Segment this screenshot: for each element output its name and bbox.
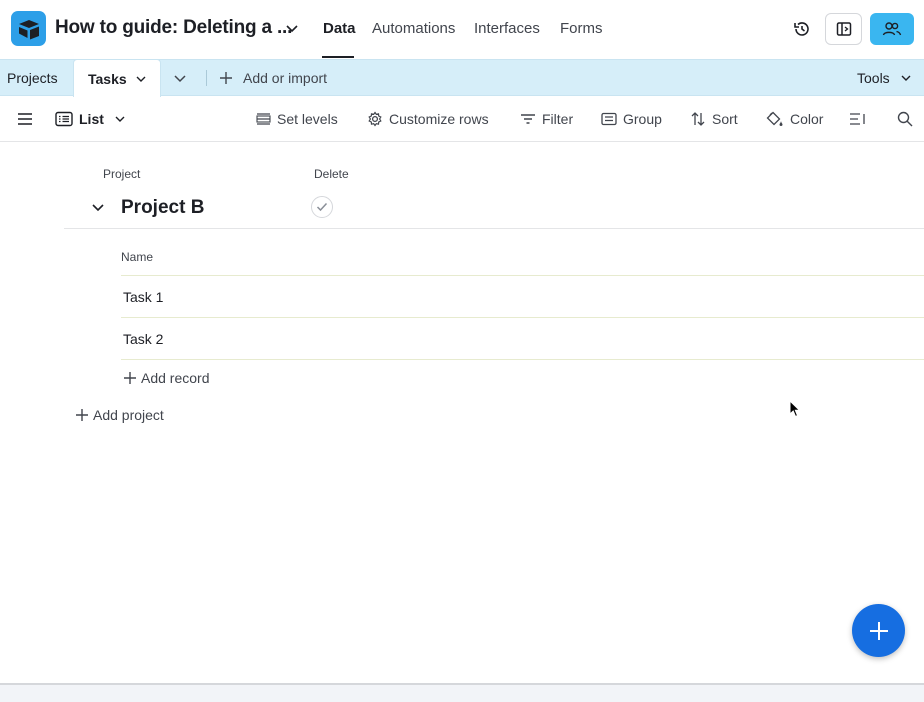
group-label: Group bbox=[623, 111, 662, 127]
gear-icon bbox=[368, 111, 382, 127]
row-height-icon bbox=[850, 113, 865, 125]
delete-checkbox[interactable] bbox=[311, 196, 333, 218]
history-icon[interactable] bbox=[792, 19, 812, 39]
divider bbox=[64, 228, 924, 229]
share-button[interactable] bbox=[870, 13, 914, 45]
table-tab-label: Tasks bbox=[88, 70, 127, 87]
app-header: How to guide: Deleting a ... Data Automa… bbox=[0, 0, 924, 59]
collapse-chevron-icon[interactable] bbox=[90, 199, 106, 215]
paint-bucket-icon bbox=[766, 111, 783, 126]
sort-button[interactable]: Sort bbox=[690, 97, 738, 141]
set-levels-label: Set levels bbox=[277, 111, 338, 127]
nav-tab-automations[interactable]: Automations bbox=[372, 20, 455, 37]
divider bbox=[121, 275, 924, 276]
nav-tab-data[interactable]: Data bbox=[323, 20, 356, 37]
sidebar-toggle-button[interactable] bbox=[825, 13, 862, 45]
color-label: Color bbox=[790, 111, 824, 127]
filter-icon bbox=[521, 114, 535, 124]
plus-icon bbox=[220, 72, 232, 84]
divider bbox=[121, 317, 924, 318]
set-levels-button[interactable]: Set levels bbox=[256, 97, 338, 141]
customize-rows-label: Customize rows bbox=[389, 111, 489, 127]
base-title[interactable]: How to guide: Deleting a ... bbox=[55, 17, 292, 39]
add-record-label: Add record bbox=[141, 370, 210, 386]
nav-tab-active-indicator bbox=[322, 56, 354, 58]
sort-label: Sort bbox=[712, 111, 738, 127]
project-column-header: Project bbox=[103, 167, 141, 181]
table-tab-tasks[interactable]: Tasks bbox=[73, 59, 161, 97]
add-floating-button[interactable] bbox=[852, 604, 905, 657]
views-sidebar-button[interactable] bbox=[17, 97, 39, 141]
delete-column-header: Delete bbox=[314, 167, 349, 181]
chevron-down-icon[interactable] bbox=[284, 20, 300, 36]
list-view-icon bbox=[55, 111, 73, 127]
chevron-down-icon bbox=[901, 75, 911, 81]
sort-icon bbox=[691, 112, 705, 126]
share-icon bbox=[882, 22, 902, 36]
more-tables-chevron-icon[interactable] bbox=[172, 70, 188, 86]
add-project-button[interactable]: Add project bbox=[75, 407, 164, 423]
checkmark-icon bbox=[316, 202, 328, 212]
plus-icon bbox=[124, 372, 136, 384]
nav-tab-forms[interactable]: Forms bbox=[560, 20, 603, 37]
list-item[interactable]: Task 2 bbox=[123, 331, 163, 347]
filter-label: Filter bbox=[542, 111, 574, 127]
divider bbox=[121, 359, 924, 360]
color-button[interactable]: Color bbox=[766, 97, 823, 141]
chevron-down-icon bbox=[115, 116, 125, 122]
table-tab-projects[interactable]: Projects bbox=[7, 60, 58, 96]
hamburger-menu-icon bbox=[18, 113, 32, 125]
add-or-import-label: Add or import bbox=[243, 70, 328, 86]
chevron-down-icon[interactable] bbox=[135, 73, 147, 85]
levels-icon bbox=[256, 113, 271, 125]
add-or-import-button[interactable]: Add or import bbox=[219, 60, 327, 96]
row-height-button[interactable] bbox=[849, 97, 873, 141]
group-button[interactable]: Group bbox=[601, 97, 662, 141]
mouse-cursor-icon bbox=[789, 400, 801, 418]
view-switcher[interactable]: List bbox=[55, 97, 132, 141]
name-column-header: Name bbox=[121, 250, 154, 264]
add-record-button[interactable]: Add record bbox=[123, 370, 209, 386]
tools-label: Tools bbox=[857, 70, 890, 86]
airtable-logo[interactable] bbox=[11, 11, 46, 46]
plus-icon bbox=[76, 409, 88, 421]
add-project-label: Add project bbox=[93, 407, 164, 423]
search-icon bbox=[897, 111, 913, 127]
tables-bar: Projects Tasks Add or import Tools bbox=[0, 59, 924, 97]
nav-tab-interfaces[interactable]: Interfaces bbox=[474, 20, 540, 37]
project-group-title[interactable]: Project B bbox=[121, 197, 204, 219]
tools-button[interactable]: Tools bbox=[857, 60, 912, 96]
bottom-bar bbox=[0, 683, 924, 702]
search-button[interactable] bbox=[897, 97, 919, 141]
customize-rows-button[interactable]: Customize rows bbox=[367, 97, 489, 141]
plus-icon bbox=[869, 621, 888, 640]
view-toolbar: List Set levels Customize rows Filter Gr… bbox=[0, 97, 924, 142]
divider bbox=[206, 70, 207, 86]
sidebar-toggle-icon bbox=[836, 22, 851, 36]
list-view: Project Delete Project B Name Task 1 Tas… bbox=[0, 142, 924, 683]
view-name: List bbox=[79, 111, 104, 127]
group-icon bbox=[601, 112, 617, 126]
list-item[interactable]: Task 1 bbox=[123, 289, 163, 305]
filter-button[interactable]: Filter bbox=[520, 97, 573, 141]
